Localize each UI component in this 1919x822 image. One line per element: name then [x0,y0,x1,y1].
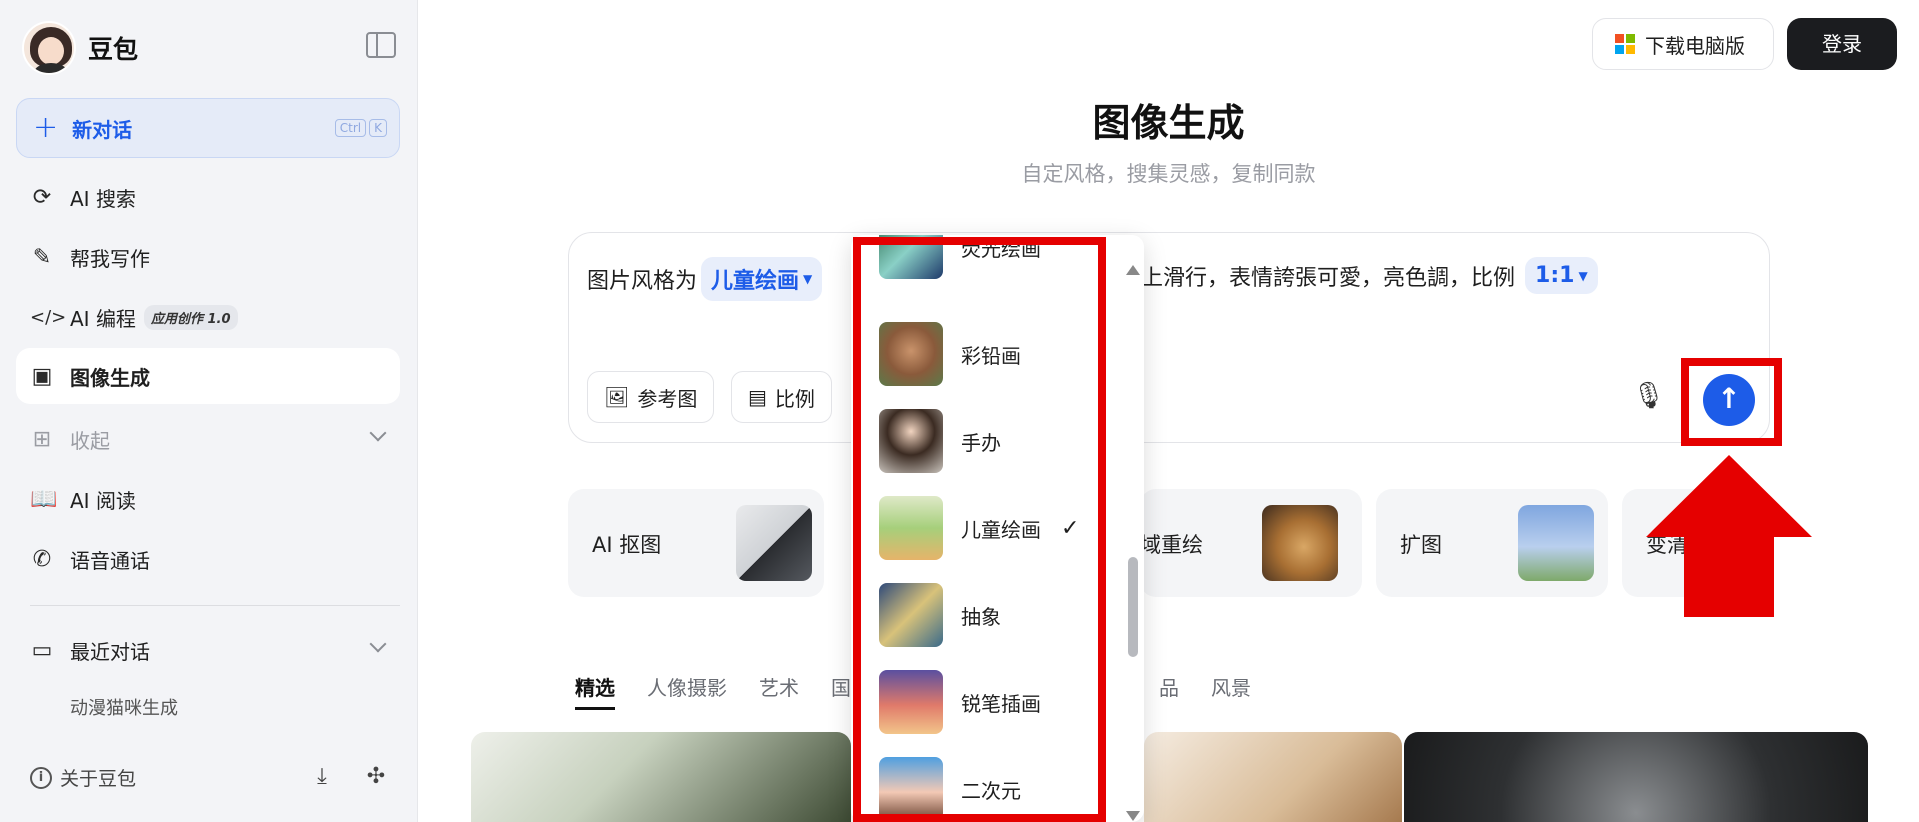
ratio-label: 比例 [774,386,815,411]
apps-grid-icon: ⊞ [32,426,52,452]
ratio-icon: ▤ [748,385,767,409]
sidebar-item-coding[interactable]: </> AI 编程 应用创作 1.0 [16,289,400,345]
annotation-highlight-send [1681,358,1782,446]
recent-chat-item[interactable]: 动漫猫咪生成 [70,694,178,720]
sidebar-item-label: AI 阅读 [70,488,136,513]
feature-card-label: 域重绘 [1140,533,1203,557]
scrollbar-thumb[interactable] [1128,557,1138,657]
reference-image-label: 参考图 [637,386,698,411]
image-gen-icon: ▣ [31,363,53,389]
avatar [22,21,76,75]
sidebar-divider [30,605,400,606]
recent-chats-title: 最近对话 [70,639,150,664]
info-icon: i [30,766,52,789]
sidebar-item-collapse[interactable]: ⊞ 收起 [16,411,400,467]
sidebar-item-label: 帮我写作 [70,246,150,271]
app-creation-badge: 应用创作 1.0 [143,304,238,330]
code-icon: </> [30,306,67,328]
chat-bubble-icon: ▭ [31,637,53,663]
app-window: 豆包 + 新对话 Ctrl K ⟳ AI 搜索 ✎ 帮我写作 </> AI 编程… [0,0,1919,822]
page-subtitle: 自定风格，搜集灵感，复制同款 [1021,162,1316,186]
headphones-thumbnail [736,505,812,581]
plugin-icon[interactable]: ✣ [362,764,390,792]
feature-card-label: AI 抠图 [592,533,662,557]
prompt-text-end: 上滑行，表情誇張可愛，亮色調，比例 1:1 ▼ [1141,257,1598,294]
scroll-up-arrow-icon[interactable] [1126,265,1140,275]
tab-guo[interactable]: 国 [831,672,851,710]
windows-logo-icon [1615,34,1635,54]
style-chip-label: 儿童绘画 [711,269,800,294]
download-desktop-button[interactable]: 下载电脑版 [1592,18,1774,70]
magic-pen-icon: ✎ [32,244,52,270]
tab-product[interactable]: 品 [1159,672,1179,710]
feature-card-inpaint[interactable]: 域重绘 [1140,489,1362,597]
ratio-chip[interactable]: 1:1 ▼ [1525,257,1598,294]
sidebar-item-label: 图像生成 [70,365,150,390]
annotation-highlight-dropdown [853,237,1106,822]
reference-image-button[interactable]: 🖼 参考图 [587,371,715,423]
feature-card-expand[interactable]: 扩图 [1376,489,1608,597]
sidebar-item-writing[interactable]: ✎ 帮我写作 [16,229,400,285]
gallery-image[interactable] [1404,732,1868,822]
tab-landscape[interactable]: 风景 [1211,672,1251,710]
tab-portrait[interactable]: 人像摄影 [647,672,727,710]
caret-down-icon: ▼ [803,272,813,286]
sidebar-toggle-icon[interactable] [366,32,396,58]
landscape-thumbnail [1518,505,1594,581]
ai-search-icon: ⟳ [32,184,52,210]
page-title: 图像生成 [1092,101,1245,145]
microphone-icon[interactable]: 🎙 [1632,381,1665,415]
ratio-chip-label: 1:1 [1535,263,1575,288]
brand[interactable]: 豆包 [22,18,138,78]
tab-featured[interactable]: 精选 [575,672,615,710]
sidebar-item-reading[interactable]: 📖 AI 阅读 [16,471,400,527]
chevron-down-icon [369,424,387,442]
page-title-wrap: 图像生成 [0,92,1919,147]
prompt-tail-text: 上滑行，表情誇張可愛，亮色調，比例 [1141,265,1516,291]
download-icon[interactable]: ⤓ [308,764,336,792]
sidebar-item-label: 语音通话 [70,548,150,573]
about-label: 关于豆包 [60,768,137,790]
caret-down-icon: ▼ [1578,268,1588,283]
annotation-arrow-icon [1646,455,1812,617]
feature-card-cutout[interactable]: AI 抠图 [568,489,824,597]
prompt-text-start: 图片风格为 儿童绘画 ▼ [587,257,823,301]
dog-thumbnail [1262,505,1338,581]
prompt-box[interactable]: 图片风格为 儿童绘画 ▼ 上滑行，表情誇張可愛，亮色調，比例 1:1 ▼ 🖼 参… [568,232,1770,443]
sidebar-item-voice-call[interactable]: ✆ 语音通话 [16,531,400,587]
image-add-icon: 🖼 [604,385,630,409]
chevron-down-icon [369,635,387,653]
prompt-prefix: 图片风格为 [587,269,698,294]
gallery-image[interactable] [471,732,851,822]
sidebar-item-image-gen[interactable]: ▣ 图像生成 [16,348,400,404]
style-chip[interactable]: 儿童绘画 ▼ [701,257,823,301]
book-icon: 📖 [30,486,58,512]
phone-icon: ✆ [32,546,52,572]
feature-card-label: 扩图 [1400,533,1442,557]
sidebar-item-label: AI 编程 [70,306,136,331]
brand-name: 豆包 [88,35,139,64]
tab-art[interactable]: 艺术 [759,672,799,710]
about-link[interactable]: i 关于豆包 [30,764,136,791]
gallery-image[interactable] [1144,732,1402,822]
sidebar-item-label: 收起 [70,428,110,453]
recent-chats-header[interactable]: ▭ 最近对话 [16,622,400,678]
scroll-down-arrow-icon[interactable] [1126,811,1140,821]
ratio-button[interactable]: ▤ 比例 [731,371,832,423]
login-button[interactable]: 登录 [1787,18,1897,70]
download-label: 下载电脑版 [1645,33,1745,58]
